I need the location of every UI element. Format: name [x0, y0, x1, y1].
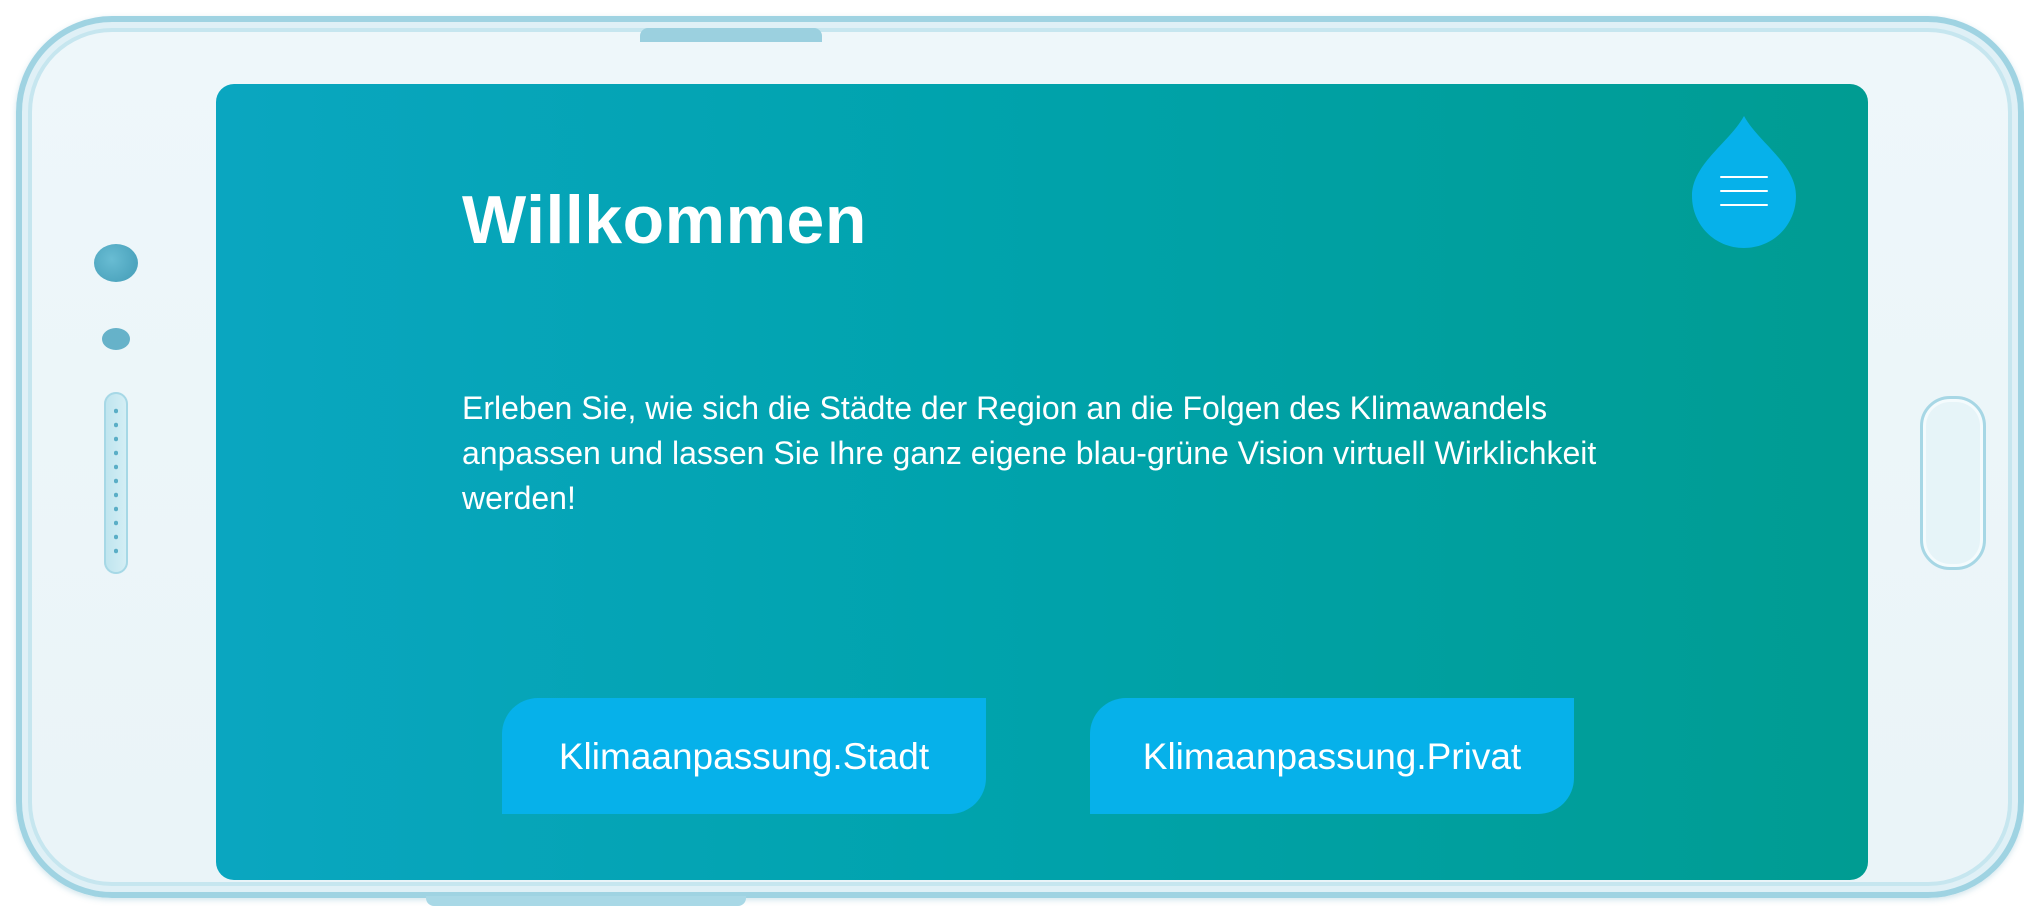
hamburger-icon [1720, 176, 1768, 208]
klimaanpassung-privat-button[interactable]: Klimaanpassung.Privat [1090, 698, 1574, 814]
intro-text: Erleben Sie, wie sich die Städte der Reg… [462, 390, 1597, 516]
power-button [640, 28, 822, 42]
phone-frame: Willkommen Erleben Sie, wie sich die Stä… [16, 16, 2024, 898]
device-mockup: Willkommen Erleben Sie, wie sich die Stä… [0, 0, 2024, 910]
volume-button [426, 896, 746, 906]
klimaanpassung-stadt-button[interactable]: Klimaanpassung.Stadt [502, 698, 986, 814]
welcome-screen: Willkommen Erleben Sie, wie sich die Stä… [216, 84, 1868, 880]
speaker-grille [114, 404, 118, 562]
menu-button[interactable] [1692, 116, 1796, 248]
camera-icon [94, 244, 138, 282]
home-button[interactable] [1920, 396, 1986, 570]
page-title: Willkommen [462, 182, 867, 258]
sensor-icon [102, 328, 130, 350]
speaker-icon [104, 392, 128, 574]
